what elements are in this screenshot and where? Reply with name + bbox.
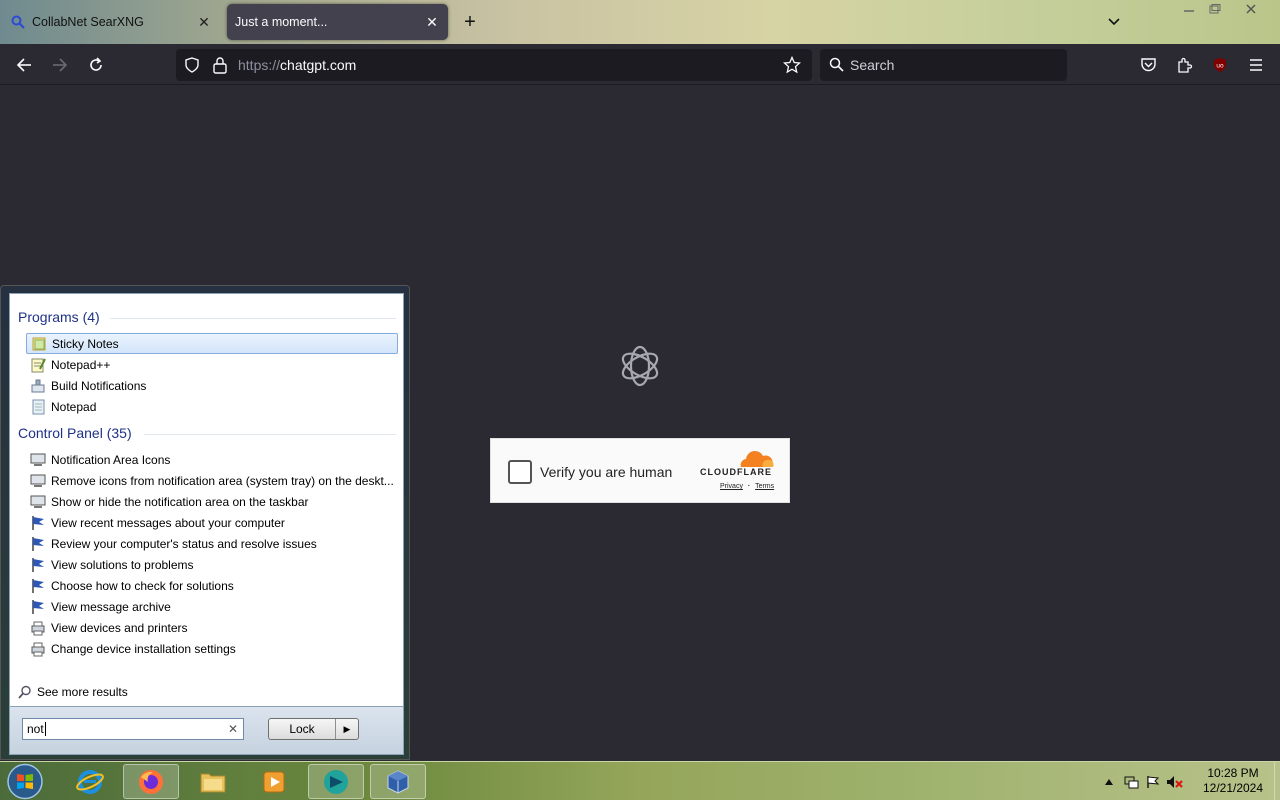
cloudflare-wordmark: CLOUDFLARE [700, 467, 772, 477]
navigation-toolbar: https://chatgpt.com Search uo [0, 44, 1280, 85]
cp-item-review-status[interactable]: Review your computer's status and resolv… [26, 533, 398, 554]
pocket-icon[interactable] [1135, 52, 1161, 78]
flag-icon [29, 599, 47, 615]
tab-just-a-moment[interactable]: Just a moment... ✕ [227, 4, 448, 40]
cp-item-view-solutions[interactable]: View solutions to problems [26, 554, 398, 575]
flag-icon [29, 578, 47, 594]
virtualbox-icon[interactable] [370, 764, 426, 799]
build-icon [29, 378, 47, 394]
reload-button[interactable] [83, 52, 109, 78]
tab-title: Just a moment... [235, 15, 328, 29]
header-divider [144, 434, 396, 435]
notepad-icon [29, 399, 47, 415]
verify-label: Verify you are human [540, 464, 673, 480]
search-bar[interactable]: Search [820, 49, 1067, 81]
extensions-icon[interactable] [1171, 52, 1197, 78]
cloudflare-challenge: Verify you are human CLOUDFLARE Privacy … [490, 438, 790, 503]
cp-item-message-archive[interactable]: View message archive [26, 596, 398, 617]
verify-checkbox[interactable] [508, 460, 532, 484]
url-bar[interactable]: https://chatgpt.com [176, 49, 812, 81]
search-placeholder: Search [850, 57, 895, 73]
cp-item-view-recent-messages[interactable]: View recent messages about your computer [26, 512, 398, 533]
cp-item-devices-printers[interactable]: View devices and printers [26, 617, 398, 638]
lock-icon[interactable] [212, 56, 228, 77]
media-player-icon[interactable] [246, 764, 302, 799]
link-separator: · [747, 483, 751, 490]
program-item-notepad[interactable]: Notepad [26, 396, 398, 417]
cp-item-show-hide-notification-area[interactable]: Show or hide the notification area on th… [26, 491, 398, 512]
list-all-tabs-icon[interactable] [1104, 12, 1124, 32]
programs-header[interactable]: Programs (4) [18, 309, 100, 325]
clock-date: 12/21/2024 [1202, 781, 1264, 795]
file-explorer-icon[interactable] [185, 764, 241, 799]
ublock-origin-icon[interactable]: uo [1207, 52, 1233, 78]
control-panel-header[interactable]: Control Panel (35) [18, 425, 132, 441]
cp-item-notification-area-icons[interactable]: Notification Area Icons [26, 449, 398, 470]
system-tray [1098, 762, 1186, 800]
flag-icon [29, 536, 47, 552]
tab-title: CollabNet SearXNG [32, 15, 144, 29]
restore-button[interactable] [1200, 0, 1230, 18]
magnifier-icon [10, 14, 26, 30]
start-menu-footer: not ✕ Lock ▶ [9, 707, 404, 755]
internet-explorer-icon[interactable] [62, 764, 118, 799]
flag-icon [29, 557, 47, 573]
bookmark-star-icon[interactable] [782, 55, 802, 77]
monitor-icon [29, 473, 47, 489]
monitor-icon [29, 452, 47, 468]
browser-tab-strip: CollabNet SearXNG ✕ Just a moment... ✕ + [0, 0, 1280, 44]
taskbar: 10:28 PM 12/21/2024 [0, 761, 1280, 800]
back-button[interactable] [11, 52, 37, 78]
sticky-notes-icon [30, 336, 48, 352]
printer-icon [29, 641, 47, 657]
program-item-sticky-notes[interactable]: Sticky Notes [26, 333, 398, 354]
search-icon [829, 57, 844, 75]
clear-search-icon[interactable]: ✕ [228, 722, 238, 736]
cp-item-remove-icons[interactable]: Remove icons from notification area (sys… [26, 470, 398, 491]
action-center-flag-icon[interactable] [1142, 772, 1164, 792]
notepadpp-icon [29, 357, 47, 373]
firefox-icon[interactable] [123, 764, 179, 799]
flag-icon [29, 515, 47, 531]
app-icon[interactable] [308, 764, 364, 799]
clock-time: 10:28 PM [1207, 766, 1259, 780]
svg-text:uo: uo [1216, 63, 1224, 70]
terms-link[interactable]: Terms [755, 483, 774, 490]
cloudflare-links: Privacy · Terms [720, 483, 774, 490]
url-text: https://chatgpt.com [238, 57, 357, 73]
start-search-input[interactable]: not ✕ [22, 718, 244, 740]
header-divider [110, 318, 396, 319]
cloudflare-cloud-icon [735, 449, 775, 469]
close-tab-icon[interactable]: ✕ [196, 14, 212, 30]
cp-item-device-installation[interactable]: Change device installation settings [26, 638, 398, 659]
printer-icon [29, 620, 47, 636]
privacy-link[interactable]: Privacy [720, 483, 743, 490]
program-item-notepadpp[interactable]: Notepad++ [26, 354, 398, 375]
network-icon[interactable] [1120, 772, 1142, 792]
see-more-results[interactable]: See more results [18, 685, 128, 699]
close-tab-icon[interactable]: ✕ [424, 14, 440, 30]
new-tab-button[interactable]: + [460, 12, 480, 32]
show-desktop-button[interactable] [1274, 762, 1280, 800]
search-glass-icon [18, 685, 32, 699]
search-results-pane: Programs (4) Sticky Notes Notepad++ Buil… [9, 293, 404, 707]
start-menu: Programs (4) Sticky Notes Notepad++ Buil… [0, 285, 410, 760]
cp-item-check-solutions[interactable]: Choose how to check for solutions [26, 575, 398, 596]
tab-searxng[interactable]: CollabNet SearXNG ✕ [0, 4, 220, 40]
tracking-protection-icon[interactable] [184, 57, 200, 76]
menu-icon[interactable] [1243, 52, 1269, 78]
system-clock[interactable]: 10:28 PM 12/21/2024 [1195, 766, 1271, 796]
lock-button[interactable]: Lock ▶ [268, 718, 359, 740]
openai-logo-icon [616, 342, 664, 390]
volume-muted-icon[interactable] [1164, 772, 1186, 792]
program-item-build-notifications[interactable]: Build Notifications [26, 375, 398, 396]
power-options-arrow-icon[interactable]: ▶ [335, 719, 358, 739]
forward-button[interactable] [47, 52, 73, 78]
close-window-button[interactable] [1236, 0, 1266, 18]
monitor-icon [29, 494, 47, 510]
start-orb-icon[interactable] [5, 763, 45, 800]
show-hidden-icons-icon[interactable] [1098, 772, 1120, 792]
